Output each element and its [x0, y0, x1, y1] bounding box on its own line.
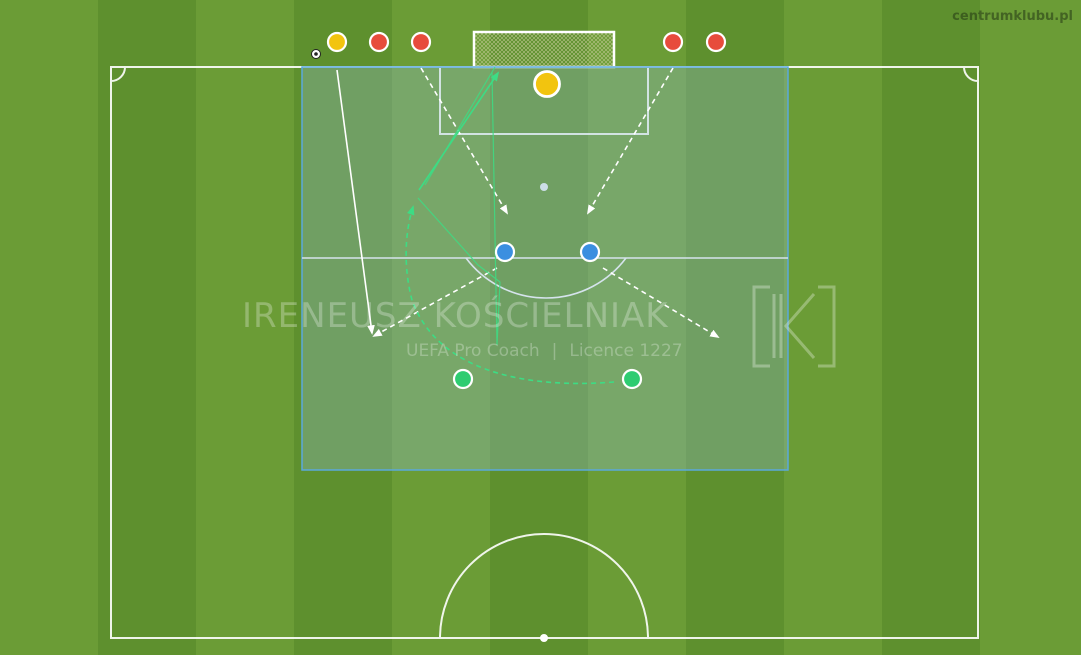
player-green[interactable]	[621, 368, 643, 390]
training-zone	[301, 66, 789, 471]
player-red[interactable]	[662, 31, 684, 53]
watermark-name: IRENEUSZ KOŚCIELNIAK	[242, 296, 669, 336]
player-yellow-server[interactable]	[326, 31, 348, 53]
football-icon[interactable]	[311, 49, 321, 59]
watermark-separator: |	[551, 341, 558, 361]
watermark-subtitle: UEFA Pro Coach | Licence 1227	[406, 341, 683, 361]
player-red[interactable]	[368, 31, 390, 53]
goal-net-icon	[472, 30, 616, 69]
player-blue[interactable]	[579, 241, 601, 263]
watermark-subtitle-right: Licence 1227	[569, 341, 683, 361]
watermark-subtitle-left: UEFA Pro Coach	[406, 341, 540, 361]
tactics-board: centrumklubu.pl IRENEUSZ KOŚCIELNIAK UEF…	[0, 0, 1081, 655]
player-red[interactable]	[410, 31, 432, 53]
player-goalkeeper[interactable]	[533, 70, 561, 98]
player-blue[interactable]	[494, 241, 516, 263]
site-credit[interactable]: centrumklubu.pl	[952, 9, 1073, 24]
player-green[interactable]	[452, 368, 474, 390]
player-red[interactable]	[705, 31, 727, 53]
center-spot	[540, 634, 548, 642]
